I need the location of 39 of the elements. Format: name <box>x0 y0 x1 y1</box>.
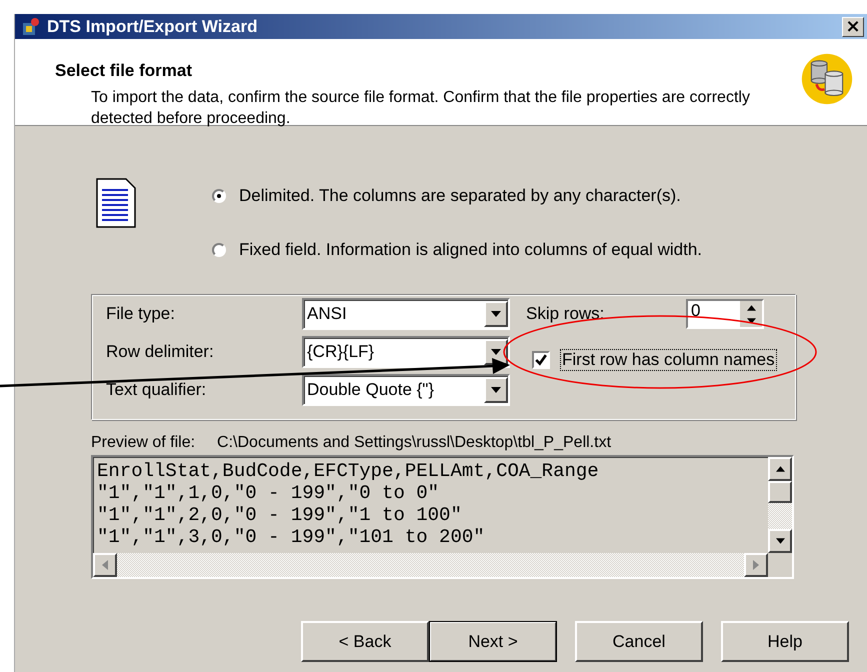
file-path: C:\Documents and Settings\russl\Desktop\tbl_P_Pell.txt <box>217 434 612 452</box>
page-title: Select file format <box>55 61 193 81</box>
field-label: File type: <box>106 304 176 324</box>
caret-icon <box>491 387 501 393</box>
dropdown-field[interactable]: Double Quote {"} <box>302 374 510 406</box>
vertical-scrollbar[interactable] <box>768 457 792 553</box>
preview-line: "1","1",3,0,"0 - 199","101 to 200" <box>97 526 486 548</box>
dropdown-field[interactable]: ANSI <box>302 298 510 330</box>
wizard-button[interactable]: Help <box>721 621 849 662</box>
app-icon <box>21 16 41 36</box>
wizard-button[interactable]: < Back <box>301 621 429 662</box>
scroll-up-icon[interactable] <box>776 466 784 472</box>
page-description: To import the data, confirm the source file format. Confirm that the file properties are correctly detected before proceeding. <box>91 88 751 129</box>
preview-line: EnrollStat,BudCode,EFCType,PELLAmt,COA_Range <box>97 460 600 482</box>
format-radio-option[interactable]: Fixed field. Information is aligned into columns of equal width. <box>212 238 706 262</box>
field-label: Row delimiter: <box>106 342 215 362</box>
close-button[interactable]: × <box>842 16 864 36</box>
field-label: Skip rows: <box>526 304 606 324</box>
scroll-thumb[interactable] <box>768 481 792 503</box>
format-radio-option[interactable]: Delimited. The columns are separated by any character(s). <box>212 184 706 208</box>
wizard-button[interactable]: Cancel <box>575 621 703 662</box>
wizard-button[interactable]: Next > <box>429 621 557 662</box>
caret-icon <box>491 349 501 355</box>
preview-label: Preview of file: <box>91 434 196 452</box>
document-icon <box>96 178 136 228</box>
up-arrow-icon[interactable] <box>746 304 756 310</box>
checkbox-label[interactable]: First row has column names <box>560 349 777 371</box>
down-arrow-icon[interactable] <box>746 318 756 324</box>
window-title: DTS Import/Export Wizard <box>47 16 258 36</box>
caret-icon <box>491 311 501 317</box>
radio-button[interactable] <box>212 243 226 257</box>
preview-line: "1","1",1,0,"0 - 199","0 to 0" <box>97 482 440 504</box>
skip-rows-spinner[interactable]: 0 <box>686 299 764 329</box>
checkbox[interactable] <box>532 351 550 369</box>
preview-line: "1","1",2,0,"0 - 199","1 to 100" <box>97 504 463 526</box>
dropdown-field[interactable]: {CR}{LF} <box>302 336 510 368</box>
scroll-down-icon[interactable] <box>776 538 784 544</box>
radio-button[interactable] <box>212 189 226 203</box>
field-label: Text qualifier: <box>106 380 208 400</box>
